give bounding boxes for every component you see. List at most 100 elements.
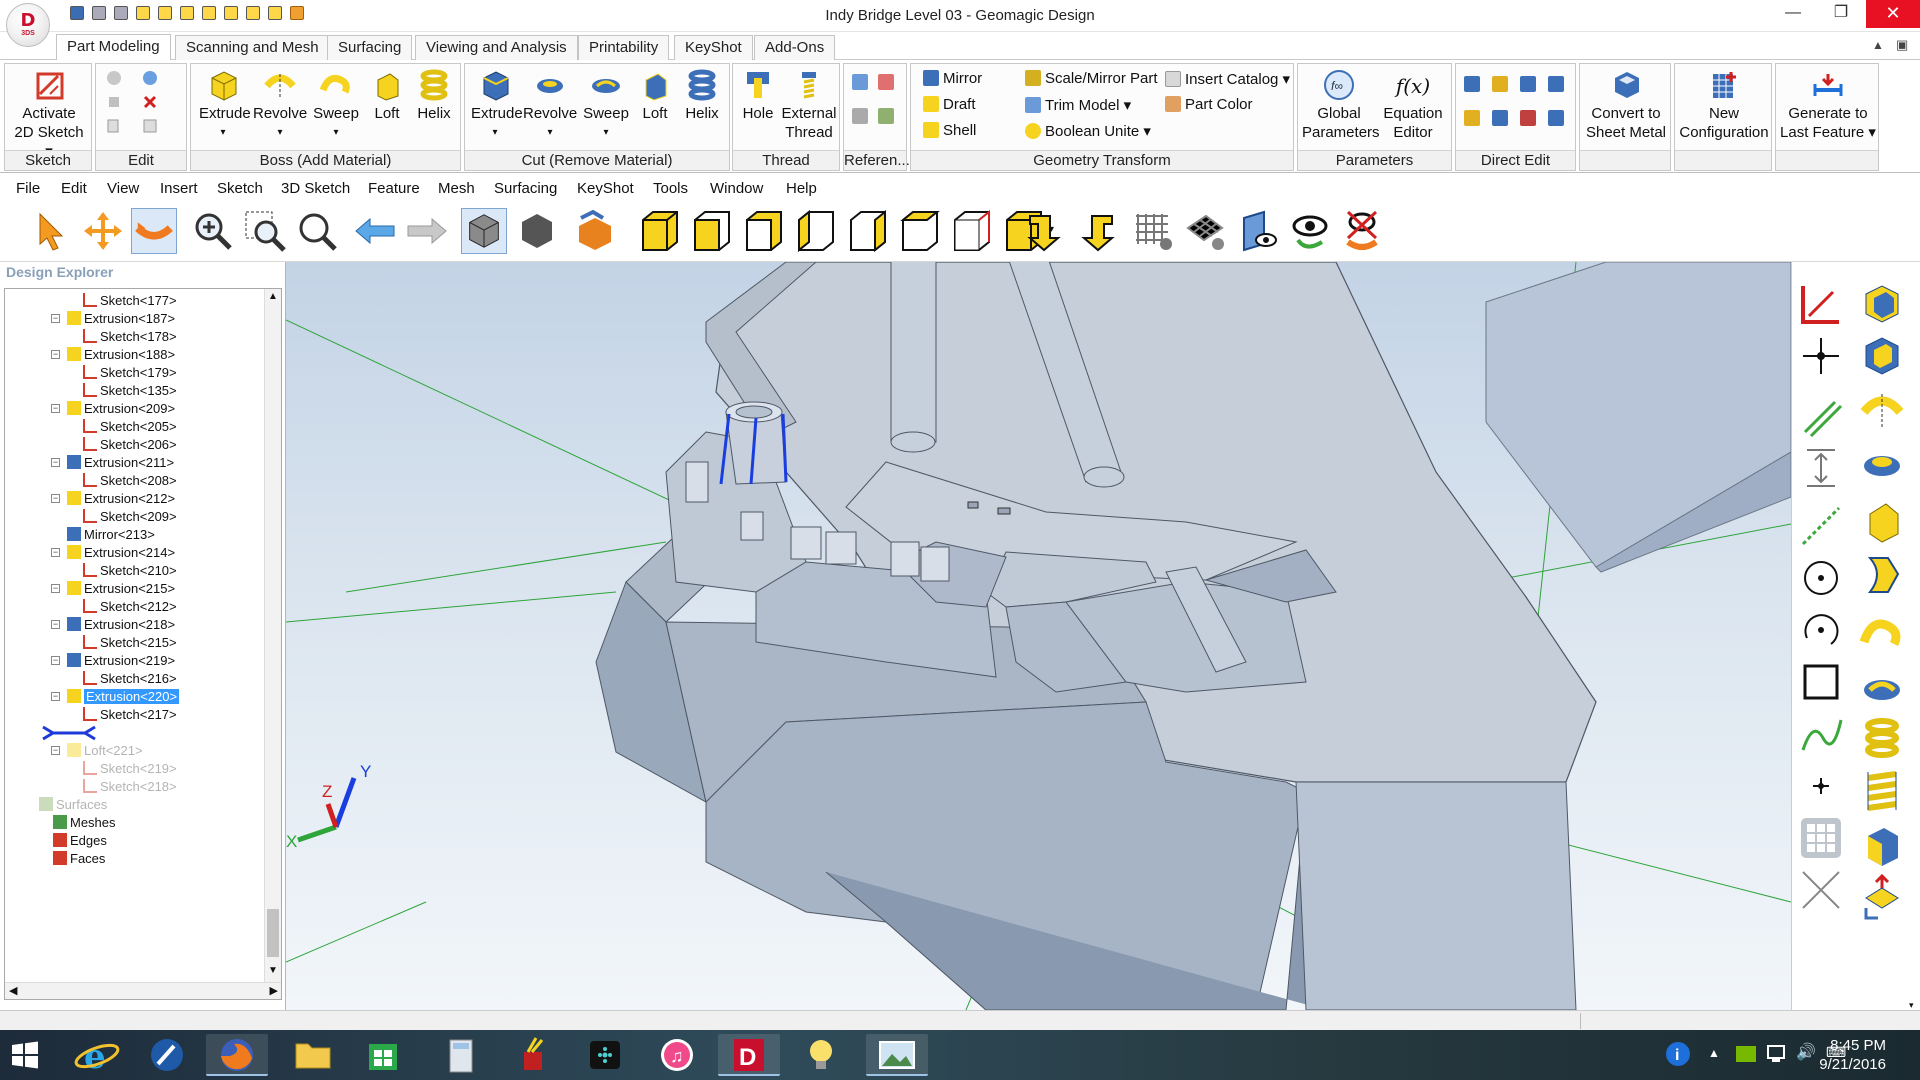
tree-vertical-scrollbar[interactable]: ▲ ▼	[264, 289, 281, 983]
view-front-icon[interactable]	[689, 208, 735, 254]
shell-button[interactable]: Shell	[923, 122, 976, 139]
shaded-icon[interactable]	[514, 208, 560, 254]
select-arrow-icon[interactable]	[28, 208, 74, 254]
taskbar-itunes[interactable]: ♫	[646, 1034, 708, 1076]
cut-extrude-button[interactable]: Extrude ▾	[471, 68, 523, 142]
insert-catalog-button[interactable]: Insert Catalog ▾	[1165, 70, 1290, 88]
tab-viewing-and-analysis[interactable]: Viewing and Analysis	[415, 35, 578, 60]
move-face-icon[interactable]	[1464, 76, 1480, 92]
view-isometric-icon[interactable]	[637, 208, 683, 254]
hide-all-icon[interactable]	[1338, 208, 1384, 254]
nvidia-icon[interactable]	[1736, 1046, 1756, 1062]
trim-model-button[interactable]: Trim Model ▾	[1025, 96, 1131, 114]
taskbar-file-explorer[interactable]	[282, 1034, 344, 1076]
tree-item-sketch[interactable]: Sketch<210>	[83, 561, 177, 581]
tree-item-sketch[interactable]: Sketch<135>	[83, 381, 177, 401]
tree-expander[interactable]: −	[51, 314, 60, 323]
sphere-icon[interactable]	[106, 70, 122, 86]
tab-printability[interactable]: Printability	[578, 35, 670, 60]
tree-item-extrusion[interactable]: Extrusion<212>	[67, 489, 175, 509]
menu-surfacing[interactable]: Surfacing	[494, 180, 557, 197]
tree-expander[interactable]: −	[51, 494, 60, 503]
revolve-cut-feature-icon[interactable]	[1858, 438, 1906, 486]
close-button[interactable]: ✕	[1866, 0, 1920, 28]
tree-expander[interactable]: −	[51, 584, 60, 593]
rotate-face-icon[interactable]	[1464, 110, 1480, 126]
tree-item-loft[interactable]: Loft<221>	[67, 741, 143, 761]
tree-item-sketch[interactable]: Sketch<209>	[83, 507, 177, 527]
pattern-grid-icon[interactable]	[1797, 814, 1845, 862]
tree-expander[interactable]: −	[51, 620, 60, 629]
patch-icon[interactable]	[1520, 110, 1536, 126]
turn-left-icon[interactable]	[1022, 208, 1068, 254]
activate-2d-sketch-button[interactable]: Activate 2D Sketch ▾	[9, 68, 89, 161]
taskbar-store[interactable]	[352, 1034, 414, 1076]
notification-info-icon[interactable]: i	[1660, 1040, 1694, 1070]
boss-sweep-button[interactable]: Sweep ▾	[311, 68, 361, 142]
tree-item-sketch[interactable]: Sketch<178>	[83, 327, 177, 347]
tree-item-surfaces[interactable]: Surfaces	[39, 795, 107, 815]
menu-file[interactable]: File	[16, 180, 40, 197]
global-parameters-button[interactable]: f∞ Global Parameters	[1302, 68, 1380, 142]
taskbar-fitbit[interactable]	[574, 1034, 636, 1076]
tab-add-ons[interactable]: Add-Ons	[754, 35, 836, 60]
cut-revolve-button[interactable]: Revolve ▾	[523, 68, 577, 142]
tree-item-sketch[interactable]: Sketch<215>	[83, 633, 177, 653]
tree-item-extrusion[interactable]: Extrusion<188>	[67, 345, 175, 365]
view-top-icon[interactable]	[897, 208, 943, 254]
tree-item-extrusion[interactable]: Extrusion<220>	[67, 687, 180, 707]
tab-surfacing[interactable]: Surfacing	[327, 35, 413, 60]
grid-icon[interactable]	[1130, 208, 1176, 254]
tree-item-extrusion-cut[interactable]: Extrusion<219>	[67, 651, 175, 671]
3d-viewport[interactable]: X Y Z	[286, 262, 1791, 1010]
tree-item-sketch[interactable]: Sketch<219>	[83, 759, 177, 779]
copy-icon[interactable]	[106, 118, 122, 134]
cut-sweep-button[interactable]: Sweep ▾	[581, 68, 631, 142]
scale-mirror-part-button[interactable]: Scale/Mirror Part	[1025, 70, 1158, 87]
tree-expander[interactable]: −	[51, 746, 60, 755]
new-configuration-button[interactable]: New Configuration	[1677, 68, 1771, 142]
tree-item-extrusion-cut[interactable]: Extrusion<211>	[67, 453, 174, 473]
pin-icon[interactable]: ▣	[1896, 37, 1908, 53]
tree-item-sketch[interactable]: Sketch<208>	[83, 471, 177, 491]
tree-item-sketch[interactable]: Sketch<179>	[83, 363, 177, 383]
tree-item-sketch[interactable]: Sketch<177>	[83, 291, 177, 311]
convert-to-sheet-metal-button[interactable]: Convert to Sheet Metal	[1582, 68, 1670, 142]
delete-x-icon[interactable]	[142, 94, 158, 110]
cut-feature-icon[interactable]	[1858, 332, 1906, 380]
part-color-button[interactable]: Part Color	[1165, 96, 1253, 113]
equation-editor-button[interactable]: f(x) Equation Editor	[1378, 68, 1448, 142]
axis-icon[interactable]	[878, 74, 894, 90]
tree-expander[interactable]: −	[51, 458, 60, 467]
tree-item-extrusion[interactable]: Extrusion<214>	[67, 543, 175, 563]
extrude-feature-icon[interactable]	[1858, 280, 1906, 328]
scroll-thumb[interactable]	[267, 909, 279, 957]
rollback-marker-icon[interactable]	[39, 723, 99, 743]
tree-item-sketch[interactable]: Sketch<206>	[83, 435, 177, 455]
tree-item-faces[interactable]: Faces	[53, 849, 105, 869]
blend-feature-icon[interactable]	[1858, 550, 1906, 598]
point-icon[interactable]	[852, 108, 868, 124]
tab-scanning-and-mesh[interactable]: Scanning and Mesh	[175, 35, 330, 60]
tree-item-mirror[interactable]: Mirror<213>	[67, 525, 155, 545]
tab-keyshot[interactable]: KeyShot	[674, 35, 753, 60]
show-hidden-icons[interactable]: ▲	[1708, 1046, 1720, 1060]
taskbar-firefox[interactable]	[206, 1034, 268, 1076]
view-back-icon[interactable]	[741, 208, 787, 254]
render-icon[interactable]	[571, 208, 617, 254]
windows-start-icon[interactable]	[10, 1040, 40, 1070]
scroll-right-icon[interactable]: ▶	[270, 984, 278, 997]
previous-view-icon[interactable]	[352, 208, 398, 254]
turn-right-icon[interactable]	[1074, 208, 1120, 254]
delete-face-icon[interactable]	[1548, 76, 1564, 92]
rotate-view-icon[interactable]	[131, 208, 177, 254]
point-crosshair-icon[interactable]	[1797, 332, 1845, 380]
zoom-in-icon[interactable]	[190, 208, 236, 254]
tab-part-modeling[interactable]: Part Modeling	[56, 34, 171, 60]
section-view-icon[interactable]	[1234, 208, 1280, 254]
view-bottom-icon[interactable]	[949, 208, 995, 254]
zoom-box-icon[interactable]	[242, 208, 288, 254]
hole-button[interactable]: Hole	[737, 68, 779, 123]
boolean-unite-button[interactable]: Boolean Unite ▾	[1025, 122, 1151, 140]
dimension-icon[interactable]	[1797, 444, 1845, 492]
